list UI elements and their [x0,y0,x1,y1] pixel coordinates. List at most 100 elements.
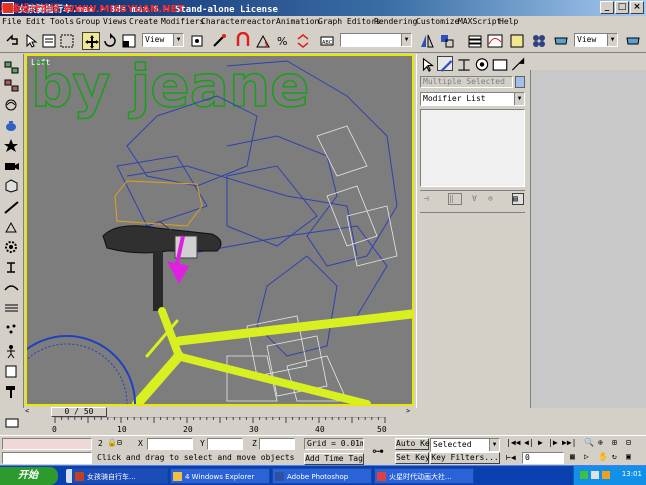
ime-icon[interactable] [602,471,610,479]
next-key-icon[interactable]: |▶ [548,438,558,447]
undo-icon[interactable] [3,32,21,50]
link-icon[interactable] [3,60,20,75]
hierarchy-tab-icon[interactable] [455,56,471,71]
configure-sets-icon[interactable]: ▤ [512,193,524,205]
make-unique-icon[interactable]: ∀ [472,194,477,203]
network-icon[interactable] [580,471,588,479]
set-key-button[interactable]: Set Key [395,452,430,464]
left-viewport[interactable]: Left by jeane [25,54,414,406]
x-coordinate-field[interactable] [147,438,193,450]
selection-lock-icon[interactable]: 🔒 [107,438,117,447]
box-icon[interactable] [3,178,20,193]
modifier-stack[interactable] [420,109,525,187]
select-and-manipulate-icon[interactable] [210,32,228,50]
task-browser[interactable]: 火星时代动画大社... [374,468,474,484]
maxscript-listener-bottom[interactable] [2,452,92,464]
percent-snap-icon[interactable]: % [274,32,292,50]
helper-icon[interactable] [3,220,20,235]
key-mode-toggle-icon[interactable]: ⊢◀ [506,453,516,462]
pin-stack-icon[interactable]: ⊣ [424,194,429,203]
task-3dsmax[interactable]: 女孩骑自行车... [72,468,168,484]
edit-named-selections-icon[interactable]: ABC [318,32,336,50]
show-end-result-icon[interactable]: ‖ [448,193,462,205]
menu-character[interactable]: Character [201,17,244,26]
star-icon[interactable] [3,138,20,153]
menu-rendering[interactable]: Rendering [374,17,417,26]
key-icon[interactable]: ⊶ [372,444,384,458]
quick-render-icon[interactable] [624,32,642,50]
menu-help[interactable]: Help [499,17,518,26]
region-select-icon[interactable] [58,32,76,50]
modifier-list-dropdown[interactable]: Modifier List ▼ [420,92,525,106]
volume-icon[interactable] [591,471,599,479]
menu-tools[interactable]: Tools [50,17,74,26]
task-windows-explorer[interactable]: 4 Windows Explorer [170,468,270,484]
shape-line-icon[interactable] [3,200,20,215]
named-selection-dropdown[interactable]: ▼ [340,33,412,47]
menu-modifiers[interactable]: Modifiers [161,17,204,26]
goto-end-icon[interactable]: ▶▶| [562,438,576,447]
prev-key-icon[interactable]: ◀| [524,438,534,447]
key-mode-dropdown[interactable]: Selected ▼ [430,438,500,452]
mini-curve-toggle[interactable] [0,413,25,433]
current-frame-field[interactable]: 0 [522,452,564,464]
start-button[interactable]: 开始 [0,467,58,485]
material-editor-icon[interactable] [530,32,548,50]
bind-space-warp-icon[interactable] [3,98,20,113]
close-button[interactable]: × [630,1,644,14]
angle-snap-icon[interactable] [254,32,272,50]
biped-icon[interactable] [3,344,20,359]
unlink-icon[interactable] [3,78,20,93]
motion-icon[interactable] [3,280,20,295]
select-and-move-icon[interactable] [82,32,100,50]
render-type-dropdown[interactable]: View ▼ [574,33,618,47]
task-photoshop[interactable]: Adobe Photoshop [272,468,372,484]
hammer-icon[interactable] [3,384,20,399]
menu-edit[interactable]: Edit [26,17,45,26]
object-color-swatch[interactable] [515,76,525,88]
remove-modifier-icon[interactable]: ⊜ [488,194,493,203]
reference-coordinate-dropdown[interactable]: View ▼ [142,33,184,47]
utilities-tab-icon[interactable] [509,56,525,71]
minimize-button[interactable]: _ [600,1,614,14]
hierarchy-icon[interactable] [3,260,20,275]
mirror-tool-icon[interactable] [3,364,20,379]
menu-group[interactable]: Group [76,17,100,26]
time-slider-thumb[interactable]: 0 / 50 [51,407,107,417]
object-name-field[interactable]: Multiple Selected [420,76,513,88]
maximize-button[interactable]: □ [615,1,629,14]
select-by-name-icon[interactable] [40,32,58,50]
time-slider[interactable]: 0 / 50 < > [25,407,414,417]
pivot-center-icon[interactable] [188,32,206,50]
maxscript-listener-top[interactable] [2,438,92,450]
teapot-icon[interactable] [3,118,20,133]
menu-file[interactable]: File [2,17,21,26]
menu-reactor[interactable]: reactor [242,17,276,26]
zoom-icon[interactable]: 🔍 [584,438,594,447]
select-and-rotate-icon[interactable] [101,32,119,50]
curve-editor-icon[interactable] [486,32,504,50]
zoom-all-icon[interactable]: ⊕ [598,438,603,447]
add-time-tag-button[interactable]: Add Time Tag [304,453,364,465]
layer-manager-icon[interactable] [466,32,484,50]
track-bar[interactable]: 0 10 20 30 40 50 [25,417,414,435]
snaps-toggle-icon[interactable] [234,31,252,50]
particle-icon[interactable] [3,322,20,337]
select-and-scale-icon[interactable] [120,32,138,50]
motion-tab-icon[interactable] [473,56,489,71]
arc-rotate-icon[interactable]: ↻ [612,452,617,461]
time-config-icon[interactable]: ▦ [570,452,575,461]
auto-key-button[interactable]: Auto Key [395,438,435,450]
menu-graph-editors[interactable]: Graph Editors [318,17,381,26]
prev-frame-icon[interactable]: < [25,407,33,417]
menu-views[interactable]: Views [103,17,127,26]
menu-create[interactable]: Create [129,17,158,26]
fog-icon[interactable] [3,300,20,315]
menu-customize[interactable]: Customize [416,17,459,26]
render-scene-icon[interactable] [552,32,570,50]
goto-start-icon[interactable]: |◀◀ [506,438,520,447]
zoom-extents-all-icon[interactable]: ⊟ [626,438,631,447]
play-icon[interactable]: ▶ [538,438,543,447]
spinner-snap-icon[interactable] [294,32,312,50]
display-tab-icon[interactable] [491,56,508,71]
